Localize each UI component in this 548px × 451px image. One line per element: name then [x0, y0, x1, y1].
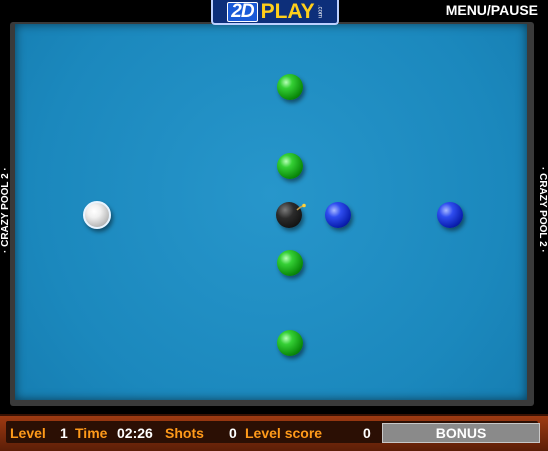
time-label: Time — [75, 425, 108, 441]
side-title-right: · CRAZY POOL 2 · — [537, 167, 548, 253]
logo-2d-text: 2D — [227, 1, 258, 22]
status-bar-inner: Level 1 Time 02:26 Shots 0 Level score 0… — [6, 421, 540, 443]
cue-ball[interactable] — [83, 201, 111, 229]
game-frame: 2D PLAY .com MENU/PAUSE · CRAZY POOL 2 ·… — [0, 0, 548, 451]
side-title-left: · CRAZY POOL 2 · — [0, 167, 11, 253]
level-score-label: Level score — [245, 425, 323, 441]
menu-pause-button[interactable]: MENU/PAUSE — [446, 2, 538, 18]
level-label: Level — [10, 425, 46, 441]
blue-ball — [437, 202, 463, 228]
bomb-fuse-icon — [296, 203, 306, 211]
green-ball — [277, 74, 303, 100]
status-bar: Level 1 Time 02:26 Shots 0 Level score 0… — [0, 414, 548, 451]
green-ball — [277, 153, 303, 179]
logo-play-text: PLAY — [260, 0, 315, 23]
green-ball — [277, 330, 303, 356]
bonus-meter: BONUS — [382, 423, 540, 443]
blue-ball — [325, 202, 351, 228]
shots-value: 0 — [229, 425, 237, 441]
green-ball — [277, 250, 303, 276]
2dplay-logo[interactable]: 2D PLAY .com — [211, 0, 339, 25]
shots-label: Shots — [165, 425, 204, 441]
time-value: 02:26 — [117, 425, 153, 441]
level-score-value: 0 — [363, 425, 371, 441]
logo-com-text: .com — [316, 4, 323, 18]
level-value: 1 — [60, 425, 68, 441]
